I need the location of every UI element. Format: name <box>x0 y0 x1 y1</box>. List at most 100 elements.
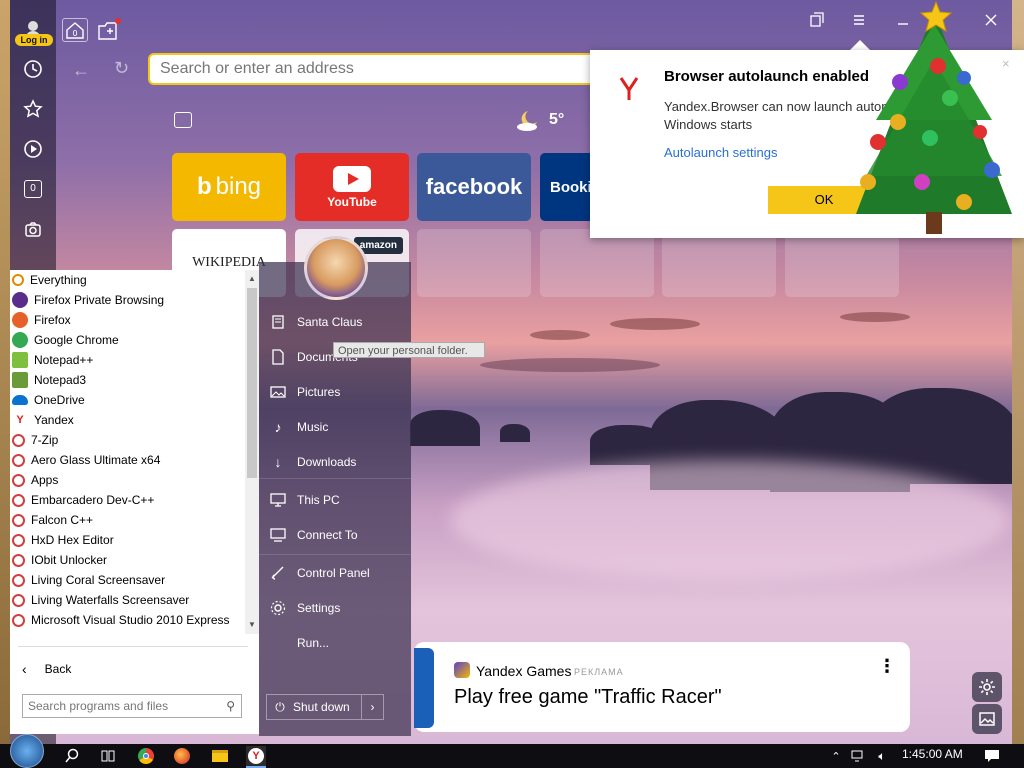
back-button[interactable]: ‹ Back <box>10 653 250 685</box>
start-item-run[interactable]: Run... <box>269 629 329 657</box>
autolaunch-settings-link[interactable]: Autolaunch settings <box>664 145 777 160</box>
scroll-down-icon[interactable]: ▼ <box>248 620 256 629</box>
media-button[interactable] <box>18 134 48 164</box>
start-item-label: Music <box>297 420 329 434</box>
program-item[interactable]: Google Chrome <box>10 330 245 350</box>
start-orb-icon[interactable] <box>10 734 44 768</box>
program-item[interactable]: Y Yandex <box>10 410 245 430</box>
back-arrow-icon[interactable]: ← <box>72 60 90 81</box>
start-item-downloads[interactable]: ↓ Downloads <box>269 448 357 476</box>
collections-icon <box>810 12 824 27</box>
app-icon <box>12 613 25 627</box>
history-button[interactable] <box>18 54 48 84</box>
tabs-counter-button[interactable]: 0 <box>18 174 48 204</box>
program-item[interactable]: Embarcadero Dev-C++ <box>10 490 245 510</box>
reload-icon[interactable]: ↻ <box>114 58 129 79</box>
run-icon <box>269 634 287 652</box>
program-item[interactable]: Notepad3 <box>10 370 245 390</box>
tile-empty[interactable] <box>417 229 531 297</box>
network-icon[interactable] <box>848 746 868 766</box>
login-badge[interactable]: Log in <box>15 34 53 46</box>
show-hidden-icons-icon[interactable]: ⌃ <box>826 746 846 766</box>
start-item-connect-to[interactable]: Connect To <box>269 521 358 549</box>
program-item[interactable]: HxD Hex Editor <box>10 530 245 550</box>
notepadpp-icon <box>12 352 28 368</box>
play-icon <box>24 140 42 158</box>
tile-facebook[interactable]: facebook <box>417 153 531 221</box>
more-options-icon[interactable]: ⋮ <box>878 656 896 677</box>
tableau-settings-icon[interactable] <box>174 112 192 128</box>
program-item[interactable]: Falcon C++ <box>10 510 245 530</box>
yandex-games-icon <box>454 662 470 678</box>
start-search-input[interactable]: Search programs and files ⚲ <box>22 694 242 718</box>
screenshot-button[interactable] <box>18 214 48 244</box>
address-bar[interactable]: Search or enter an address <box>148 53 608 85</box>
tile-bing[interactable]: b bing <box>172 153 286 221</box>
yandex-taskbar-icon[interactable]: Y <box>246 746 266 766</box>
action-center-icon[interactable] <box>982 746 1002 766</box>
program-label: Yandex <box>34 413 74 427</box>
desktop: Log in 0 0 ← ↻ Search or enter an addres… <box>0 0 1024 768</box>
customize-button[interactable] <box>972 672 1002 702</box>
bookmarks-button[interactable] <box>18 94 48 124</box>
weather-widget[interactable]: 5° <box>515 108 564 132</box>
program-label: 7-Zip <box>31 433 59 447</box>
program-item[interactable]: Apps <box>10 470 245 490</box>
start-item-control-panel[interactable]: Control Panel <box>269 559 370 587</box>
shut-down-button[interactable]: ⏻ Shut down › <box>266 694 384 720</box>
chrome-taskbar-icon[interactable] <box>136 746 156 766</box>
program-item[interactable]: Notepad++ <box>10 350 245 370</box>
program-label: Everything <box>30 273 87 287</box>
programs-scrollbar[interactable]: ▲ ▼ <box>245 270 259 634</box>
program-item[interactable]: 7-Zip <box>10 430 245 450</box>
scroll-thumb[interactable] <box>247 288 257 478</box>
firefox-taskbar-icon[interactable] <box>172 746 192 766</box>
tab-counter: 0 <box>24 180 42 198</box>
program-item[interactable]: Living Waterfalls Screensaver <box>10 590 245 610</box>
app-icon <box>12 573 25 587</box>
taskbar-clock[interactable]: 1:45:00 AM <box>902 747 963 761</box>
games-headline[interactable]: Play free game "Traffic Racer" <box>454 686 722 709</box>
program-item[interactable]: Firefox <box>10 310 245 330</box>
notepad3-icon <box>12 372 28 388</box>
user-name-label: Santa Claus <box>297 315 363 329</box>
scroll-up-icon[interactable]: ▲ <box>248 274 256 283</box>
program-item[interactable]: Living Coral Screensaver <box>10 570 245 590</box>
tile-youtube[interactable]: YouTube <box>295 153 409 221</box>
yandex-games-ad-card[interactable]: Yandex Games РЕКЛАМА Play free game "Tra… <box>414 642 910 732</box>
tile-empty[interactable] <box>540 229 654 297</box>
start-item-settings[interactable]: Settings <box>269 594 340 622</box>
program-label: Apps <box>31 473 59 487</box>
task-view-icon[interactable] <box>98 746 118 766</box>
user-avatar[interactable] <box>304 236 368 300</box>
start-item-label: Settings <box>297 601 341 615</box>
program-item[interactable]: Everything <box>10 270 245 290</box>
start-item-music[interactable]: ♪ Music <box>269 413 329 441</box>
bing-icon: b <box>196 173 212 200</box>
background-gallery-button[interactable] <box>972 704 1002 734</box>
tile-empty[interactable] <box>662 229 776 297</box>
start-item-this-pc[interactable]: This PC <box>269 486 340 514</box>
back-label: Back <box>44 662 72 676</box>
documents-icon <box>269 348 287 366</box>
tile-booking[interactable]: Booki <box>540 153 592 221</box>
start-user-name[interactable]: Santa Claus <box>269 308 362 336</box>
program-item[interactable]: Microsoft Visual Studio 2010 Express <box>10 610 245 630</box>
start-menu-right-pane: Santa Claus Documents Pictures ♪ Music ↓… <box>259 262 411 736</box>
home-tab-button[interactable]: 0 <box>62 18 88 42</box>
start-item-pictures[interactable]: Pictures <box>269 378 340 406</box>
collections-button[interactable] <box>806 9 828 31</box>
volume-icon[interactable]: 🔈︎ <box>872 746 892 766</box>
program-item[interactable]: OneDrive <box>10 390 245 410</box>
mountain <box>410 410 480 446</box>
tile-label: facebook <box>425 174 523 199</box>
shutdown-options-arrow-icon[interactable]: › <box>361 695 383 719</box>
new-tab-button[interactable] <box>96 18 122 42</box>
file-explorer-taskbar-icon[interactable] <box>210 746 230 766</box>
taskbar-search-icon[interactable] <box>62 746 82 766</box>
program-item[interactable]: Firefox Private Browsing <box>10 290 245 310</box>
cloud <box>480 358 660 372</box>
program-item[interactable]: IObit Unlocker <box>10 550 245 570</box>
program-label: HxD Hex Editor <box>31 533 114 547</box>
program-item[interactable]: Aero Glass Ultimate x64 <box>10 450 245 470</box>
